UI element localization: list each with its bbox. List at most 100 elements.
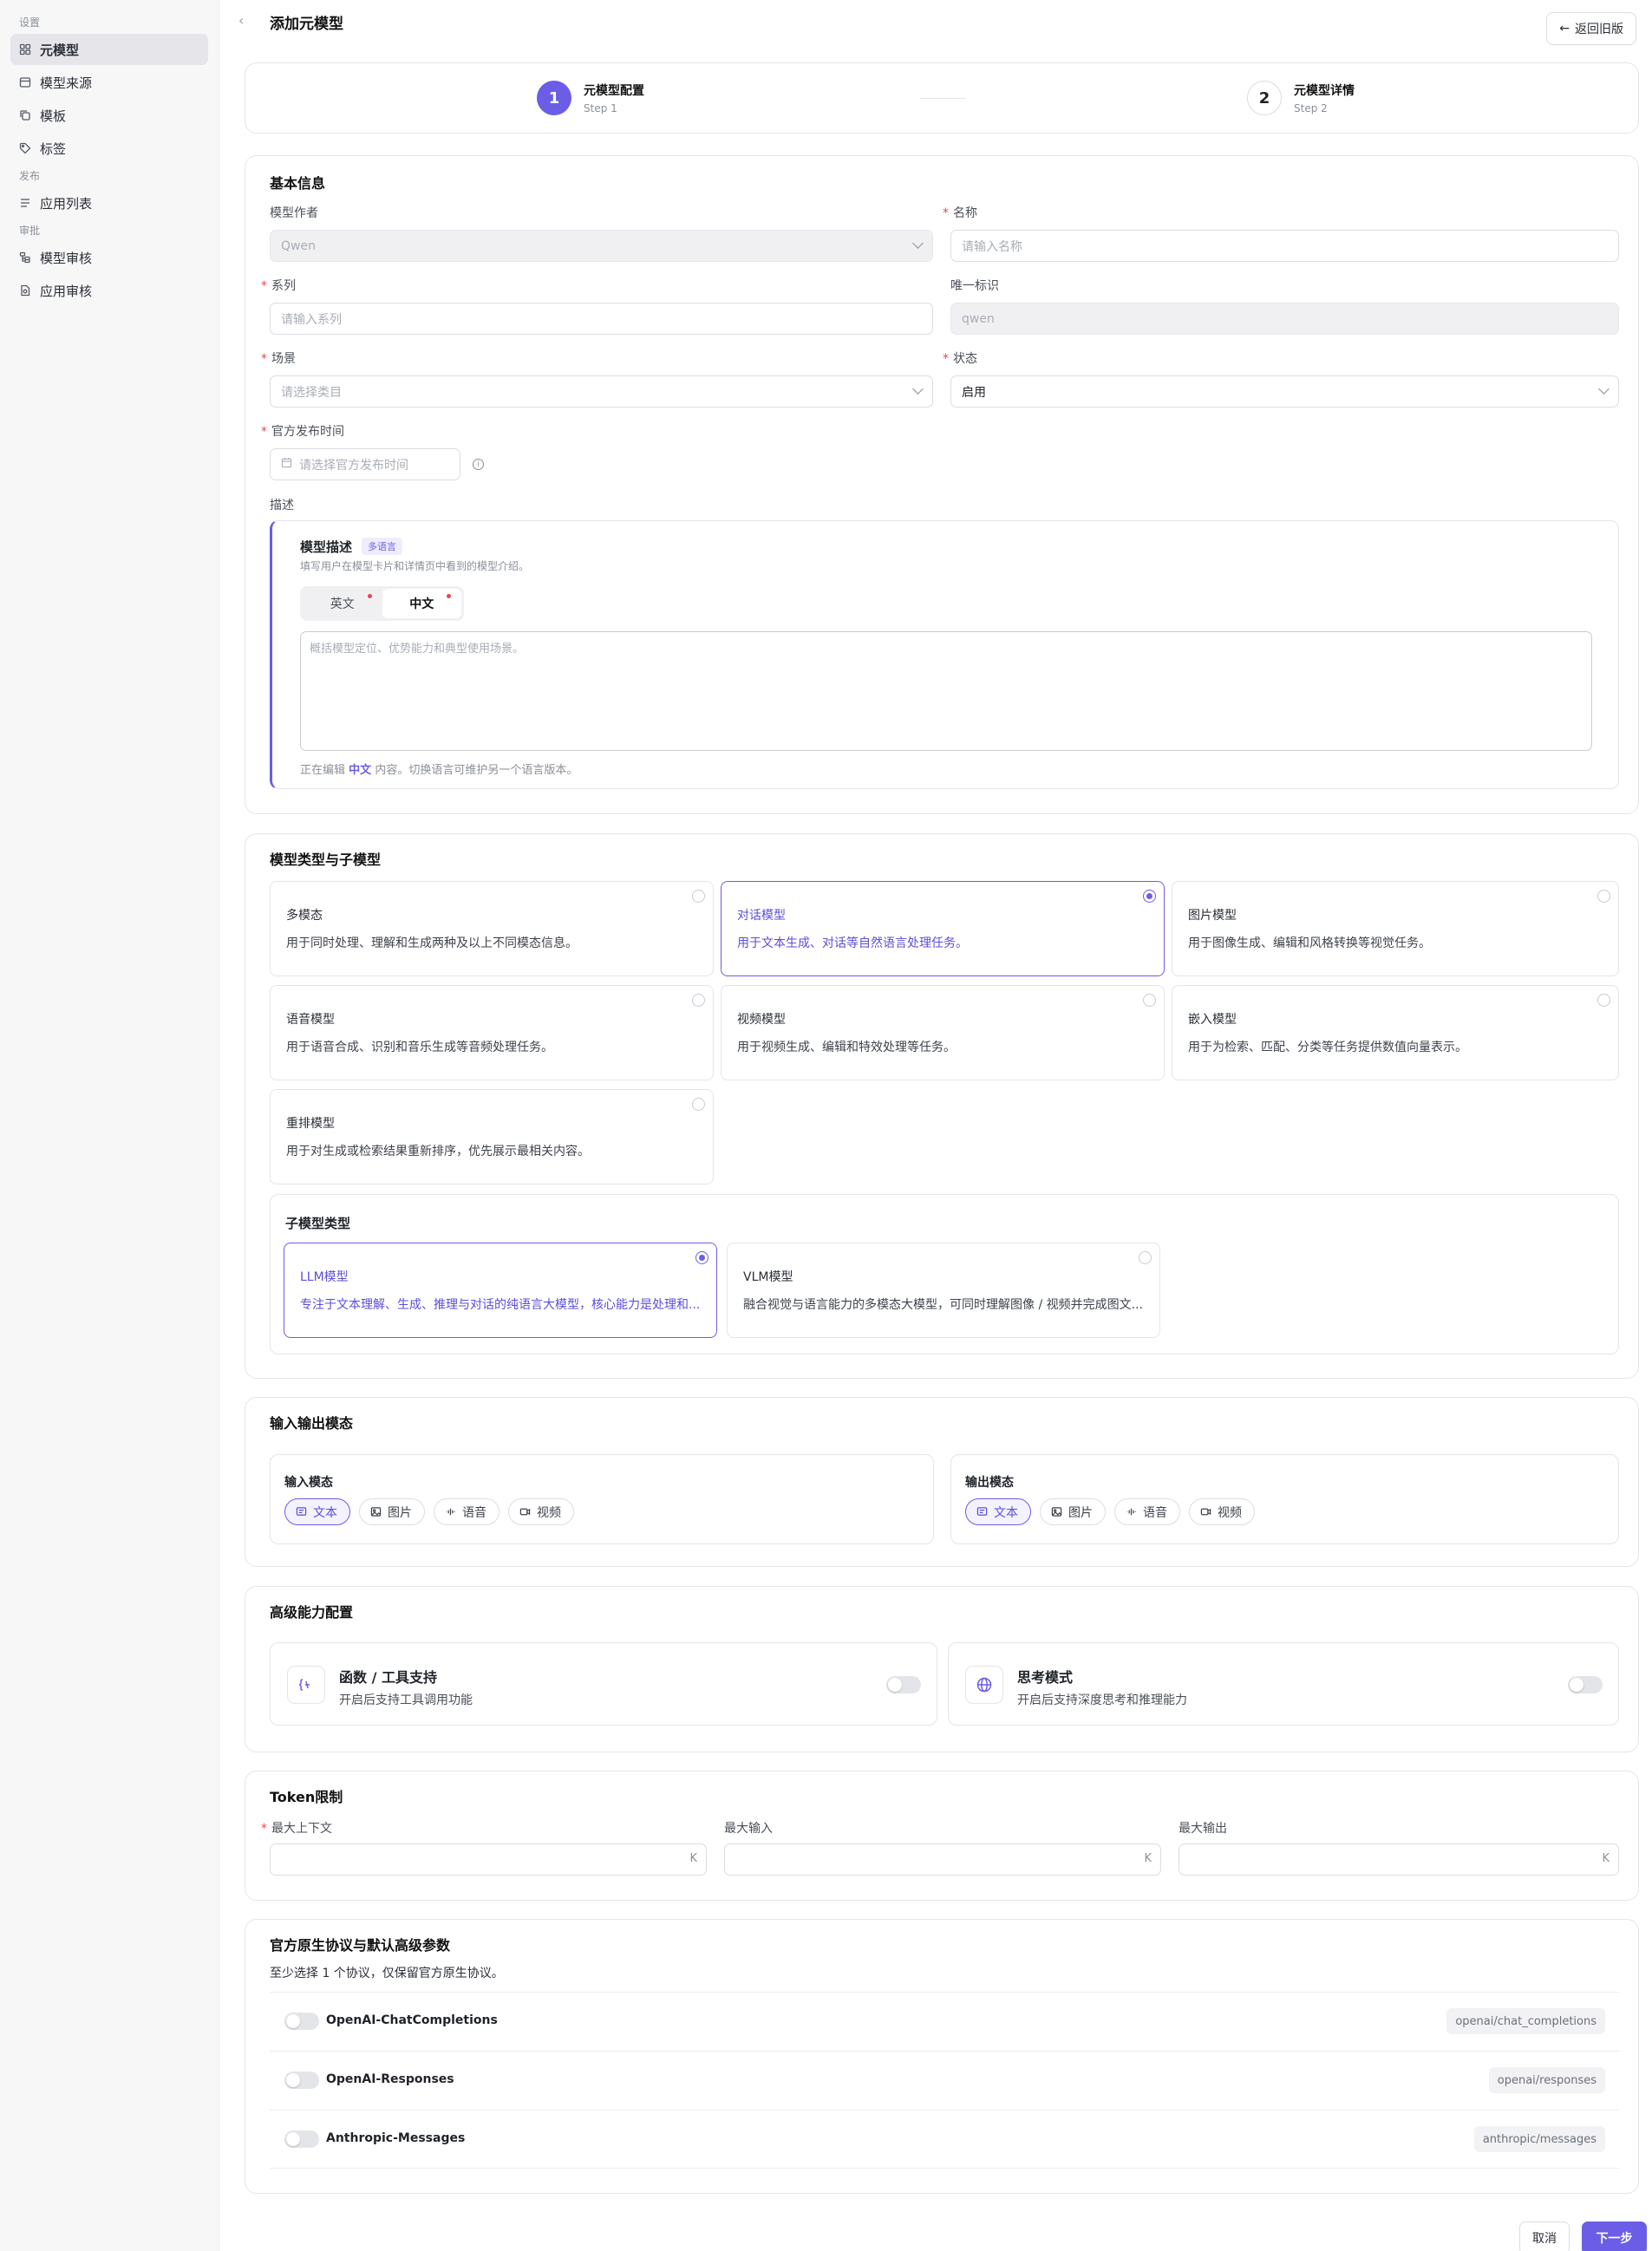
step-1[interactable]: 1 元模型配置 Step 1 bbox=[537, 81, 644, 115]
copy-icon bbox=[19, 109, 31, 121]
protocol-tag: anthropic/messages bbox=[1473, 2126, 1605, 2152]
tab-chinese[interactable]: 中文 bbox=[382, 589, 461, 618]
io-title: 输出模态 bbox=[965, 1476, 1014, 1490]
back-to-old-button[interactable]: ← 返回旧版 bbox=[1546, 12, 1636, 45]
series-input[interactable]: 请输入系列 bbox=[270, 303, 933, 335]
advanced-title: 函数 / 工具支持 bbox=[339, 1669, 437, 1686]
author-select[interactable]: Qwen bbox=[270, 230, 933, 262]
radio[interactable] bbox=[695, 1251, 708, 1264]
description-textarea[interactable]: 概括模型定位、优势能力和典型使用场景。 bbox=[300, 631, 1592, 751]
token-label: 最大输出 bbox=[1179, 1822, 1227, 1836]
sub-option-vlm[interactable]: VLM模型 融合视觉与语言能力的多模态大模型，可同时理解图像 / 视频并完成图文… bbox=[727, 1243, 1160, 1338]
name-input[interactable]: 请输入名称 bbox=[950, 230, 1619, 262]
max-context-input[interactable]: K bbox=[270, 1843, 707, 1876]
radio[interactable] bbox=[692, 1098, 705, 1111]
radio[interactable] bbox=[1597, 890, 1610, 903]
info-icon[interactable]: i bbox=[473, 459, 484, 470]
cancel-button[interactable]: 取消 bbox=[1519, 2222, 1570, 2251]
protocol-toggle[interactable] bbox=[284, 2130, 319, 2148]
chip-text[interactable]: 文本 bbox=[284, 1498, 350, 1525]
protocol-toggle[interactable] bbox=[284, 2072, 319, 2089]
chip-video[interactable]: 视频 bbox=[508, 1498, 574, 1525]
arrow-left-icon: ← bbox=[1559, 22, 1570, 36]
chevron-left-icon[interactable]: ‹ bbox=[238, 12, 244, 29]
required-dot bbox=[367, 594, 372, 598]
max-output-input[interactable]: K bbox=[1179, 1843, 1619, 1876]
chip-label: 文本 bbox=[994, 1505, 1018, 1520]
step-sub: Step 1 bbox=[584, 102, 617, 114]
radio[interactable] bbox=[1143, 890, 1156, 903]
protocol-name: Anthropic-Messages bbox=[326, 2131, 466, 2145]
output-modality-box: 输出模态 文本 图片 语音 视频 bbox=[950, 1454, 1619, 1544]
next-step-button[interactable]: 下一步 bbox=[1582, 2222, 1647, 2251]
sidebar-item-app-review[interactable]: 应用审核 bbox=[10, 275, 208, 306]
advanced-thinking-mode: 思考模式 开启后支持深度思考和推理能力 bbox=[948, 1642, 1619, 1726]
page-title: 添加元模型 bbox=[270, 16, 343, 33]
sidebar-item-template[interactable]: 模板 bbox=[10, 100, 208, 131]
foot-pre: 正在编辑 bbox=[300, 764, 346, 777]
step-label: 元模型配置 bbox=[584, 84, 644, 98]
required-dot bbox=[447, 594, 451, 598]
protocol-toggle[interactable] bbox=[284, 2013, 319, 2030]
option-title: 对话模型 bbox=[737, 909, 786, 923]
globe-icon bbox=[965, 1666, 1003, 1704]
step-connector bbox=[920, 98, 965, 99]
radio[interactable] bbox=[1139, 1251, 1152, 1264]
radio[interactable] bbox=[1143, 994, 1156, 1007]
tab-english[interactable]: 英文 bbox=[303, 589, 382, 618]
sidebar-group-label: 设置 bbox=[19, 16, 41, 29]
sidebar-item-model-review[interactable]: 模型审核 bbox=[10, 242, 208, 273]
chip-label: 语音 bbox=[462, 1505, 486, 1520]
description-title: 模型描述 bbox=[300, 539, 353, 555]
release-date-picker[interactable]: 请选择官方发布时间 bbox=[270, 448, 460, 480]
sidebar-group-label: 发布 bbox=[19, 170, 41, 182]
chip-video[interactable]: 视频 bbox=[1189, 1498, 1255, 1525]
io-title: 输入模态 bbox=[284, 1476, 333, 1490]
type-option-multimodal[interactable]: 多模态 用于同时处理、理解和生成两种及以上不同模态信息。 bbox=[270, 881, 714, 976]
chevron-down-icon bbox=[1598, 383, 1610, 395]
scene-select[interactable]: 请选择类目 bbox=[270, 375, 933, 408]
step-2[interactable]: 2 元模型详情 Step 2 bbox=[1247, 81, 1355, 115]
sub-model-title: 子模型类型 bbox=[285, 1216, 351, 1231]
type-option-image[interactable]: 图片模型 用于图像生成、编辑和风格转换等视觉任务。 bbox=[1172, 881, 1619, 976]
option-desc: 用于视频生成、编辑和特效处理等任务。 bbox=[737, 1041, 956, 1054]
chip-image[interactable]: 图片 bbox=[359, 1498, 425, 1525]
option-title: 多模态 bbox=[286, 909, 323, 923]
chip-audio[interactable]: 语音 bbox=[1114, 1498, 1180, 1525]
protocol-tag: openai/responses bbox=[1488, 2067, 1605, 2093]
sidebar-item-meta-model[interactable]: 元模型 bbox=[10, 34, 208, 65]
chevron-down-icon bbox=[912, 383, 924, 395]
type-option-chat[interactable]: 对话模型 用于文本生成、对话等自然语言处理任务。 bbox=[721, 881, 1165, 976]
sidebar-item-label: 应用列表 bbox=[40, 195, 93, 212]
chip-audio[interactable]: 语音 bbox=[434, 1498, 500, 1525]
status-select[interactable]: 启用 bbox=[950, 375, 1619, 408]
sidebar-item-model-source[interactable]: 模型来源 bbox=[10, 67, 208, 98]
io-modality-card: 输入输出模态 输入模态 文本 图片 语音 视频 输出模态 文本 图片 语音 视频 bbox=[245, 1397, 1639, 1567]
advanced-title: 思考模式 bbox=[1017, 1669, 1074, 1686]
option-title: 图片模型 bbox=[1188, 909, 1237, 923]
back-to-old-label: 返回旧版 bbox=[1575, 23, 1623, 36]
advanced-tool-support: 函数 / 工具支持 开启后支持工具调用功能 bbox=[270, 1642, 937, 1726]
radio[interactable] bbox=[1597, 994, 1610, 1007]
type-option-rerank[interactable]: 重排模型 用于对生成或检索结果重新排序，优先展示最相关内容。 bbox=[270, 1089, 714, 1184]
sidebar-item-label: 模板 bbox=[40, 108, 67, 124]
type-option-video[interactable]: 视频模型 用于视频生成、编辑和特效处理等任务。 bbox=[721, 985, 1165, 1080]
tool-icon bbox=[287, 1666, 325, 1704]
section-title: 基本信息 bbox=[270, 175, 326, 192]
radio[interactable] bbox=[692, 994, 705, 1007]
sidebar-item-app-list[interactable]: 应用列表 bbox=[10, 187, 208, 219]
description-placeholder: 概括模型定位、优势能力和典型使用场景。 bbox=[310, 643, 525, 656]
thinking-mode-toggle[interactable] bbox=[1568, 1676, 1603, 1693]
tool-support-toggle[interactable] bbox=[886, 1676, 921, 1693]
description-hint: 填写用户在模型卡片和详情页中看到的模型介绍。 bbox=[300, 560, 530, 572]
chip-text[interactable]: 文本 bbox=[965, 1498, 1031, 1525]
type-option-audio[interactable]: 语音模型 用于语音合成、识别和音乐生成等音频处理任务。 bbox=[270, 985, 714, 1080]
type-option-embedding[interactable]: 嵌入模型 用于为检索、匹配、分类等任务提供数值向量表示。 bbox=[1172, 985, 1619, 1080]
unit-suffix: K bbox=[689, 1852, 697, 1865]
sub-option-llm[interactable]: LLM模型 专注于文本理解、生成、推理与对话的纯语言大模型，核心能力是处理和..… bbox=[284, 1243, 717, 1338]
radio[interactable] bbox=[692, 890, 705, 903]
description-label: 描述 bbox=[270, 499, 294, 512]
chip-image[interactable]: 图片 bbox=[1040, 1498, 1106, 1525]
max-input-input[interactable]: K bbox=[724, 1843, 1161, 1876]
sidebar-item-tags[interactable]: 标签 bbox=[10, 133, 208, 164]
